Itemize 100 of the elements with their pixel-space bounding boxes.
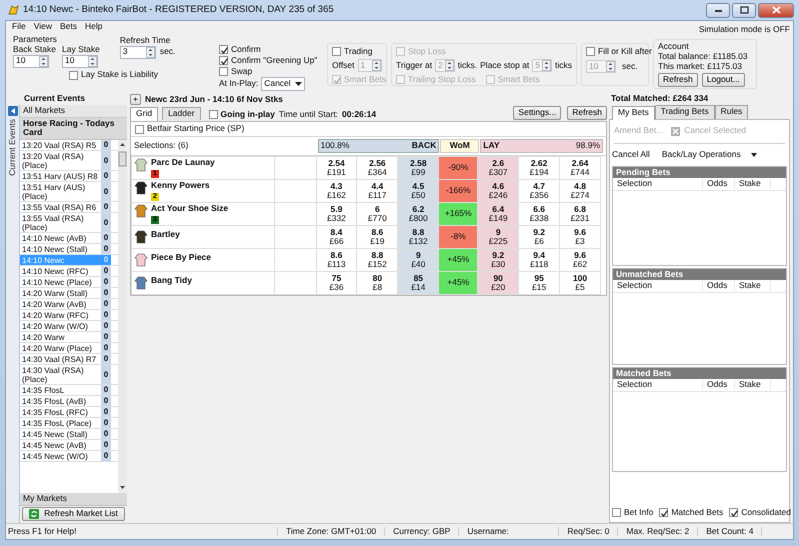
market-item[interactable]: 14:45 Newc (W/O): [20, 451, 101, 462]
menu-item[interactable]: Help: [82, 22, 108, 32]
price-cell[interactable]: 2.58 £99: [398, 156, 439, 180]
price-cell[interactable]: 4.8 £274: [560, 180, 600, 202]
checkbox-label: Smart Bets: [498, 74, 540, 84]
checkbox[interactable]: [208, 110, 218, 119]
toolbar-button[interactable]: Settings...: [513, 106, 562, 120]
price-cell[interactable]: 5.9 £332: [316, 202, 357, 226]
market-item[interactable]: 14:30 Vaal (RSA) (Place): [20, 365, 101, 384]
price-cell[interactable]: 2.6 £307: [478, 156, 519, 180]
price-cell[interactable]: 75 £36: [316, 272, 357, 294]
market-item[interactable]: 13:51 Harv (AUS) R8: [20, 171, 101, 182]
price-cell[interactable]: 9 £225: [478, 226, 519, 248]
price-cell[interactable]: 6.2 £800: [398, 202, 439, 226]
runner-name[interactable]: Parc De Launay: [151, 158, 215, 168]
checkbox[interactable]: [219, 67, 228, 76]
price-cell[interactable]: 6.6 £338: [518, 202, 560, 226]
price-cell[interactable]: 9.2 £30: [478, 248, 519, 272]
market-item[interactable]: 14:20 Warw (W/O): [20, 321, 101, 332]
tab[interactable]: My Bets: [612, 106, 655, 120]
runner-name[interactable]: Piece By Piece: [151, 253, 212, 263]
price-cell[interactable]: 2.54 £191: [316, 156, 357, 180]
all-markets-item[interactable]: All Markets: [20, 104, 127, 118]
market-item[interactable]: 14:20 Warw (AvB): [20, 299, 101, 310]
price-cell[interactable]: 2.62 £194: [518, 156, 560, 180]
checkbox[interactable]: [219, 45, 228, 54]
price-cell[interactable]: 9.2 £6: [518, 226, 560, 248]
number-field[interactable]: 3: [120, 46, 156, 59]
market-item[interactable]: 14:35 FfosL (AvB): [20, 396, 101, 406]
market-item[interactable]: 14:20 Warw: [20, 332, 101, 342]
market-item[interactable]: 14:20 Warw (Stall): [20, 288, 101, 298]
price-cell[interactable]: 9.4 £118: [518, 248, 560, 272]
market-item[interactable]: 13:20 Vaal (RSA) (Place): [20, 151, 101, 170]
dropdown-button[interactable]: Back/Lay Operations: [662, 150, 757, 160]
account-button[interactable]: Refresh: [658, 73, 698, 88]
price-cell[interactable]: 4.6 £246: [478, 180, 519, 202]
price-cell[interactable]: 4.7 £356: [518, 180, 560, 202]
tab[interactable]: Ladder: [162, 107, 201, 120]
market-item[interactable]: 14:45 Newc (Stall): [20, 429, 101, 440]
refresh-button[interactable]: Refresh Market List: [22, 507, 125, 521]
market-item[interactable]: 13:51 Harv (AUS) (Place): [20, 182, 101, 202]
minimize-button[interactable]: [706, 2, 730, 18]
expand-button[interactable]: +: [130, 94, 141, 105]
toolbar-button[interactable]: Refresh: [567, 106, 607, 120]
checkbox[interactable]: [135, 124, 144, 134]
price-cell[interactable]: 8.8 £132: [398, 226, 439, 248]
menu-item[interactable]: File: [9, 22, 31, 32]
number-field[interactable]: 10: [62, 54, 98, 68]
market-item[interactable]: 14:20 Warw (RFC): [20, 310, 101, 320]
market-item[interactable]: 13:20 Vaal (RSA) R5: [20, 140, 101, 150]
toolbar-button[interactable]: Cancel All: [612, 150, 650, 160]
account-button[interactable]: Logout...: [702, 73, 745, 88]
runner-name[interactable]: Bang Tidy: [151, 276, 192, 286]
amount-text: £744: [570, 168, 590, 177]
checkbox[interactable]: [612, 508, 621, 517]
price-cell[interactable]: 90 £20: [478, 272, 519, 294]
dropdown[interactable]: Cancel: [261, 77, 306, 91]
market-item[interactable]: 14:20 Warw (Place): [20, 343, 101, 354]
price-cell[interactable]: 6.4 £149: [478, 202, 519, 226]
price-cell[interactable]: 8.6 £113: [316, 248, 357, 272]
maximize-button[interactable]: [732, 2, 756, 18]
side-tab[interactable]: Current Events: [8, 118, 18, 176]
close-button[interactable]: [758, 2, 794, 18]
price-cell[interactable]: 95 £15: [518, 272, 560, 294]
market-item[interactable]: 14:10 Newc (Place): [20, 277, 101, 288]
price-cell[interactable]: 9.6 £3: [560, 226, 600, 248]
checkbox[interactable]: [219, 56, 228, 65]
market-item[interactable]: 13:55 Vaal (RSA) (Place): [20, 213, 101, 232]
price-cell[interactable]: 4.3 £162: [316, 180, 357, 202]
market-item[interactable]: 14:35 FfosL (Place): [20, 418, 101, 428]
price-cell[interactable]: 2.64 £744: [560, 156, 600, 180]
price-cell[interactable]: 4.5 £50: [398, 180, 439, 202]
price-cell[interactable]: 8.4 £66: [316, 226, 357, 248]
market-item[interactable]: 14:10 Newc (Stall): [20, 244, 101, 254]
price-cell[interactable]: 85 £14: [398, 272, 439, 294]
market-item[interactable]: 14:10 Newc (RFC): [20, 266, 101, 276]
menu-item[interactable]: Bets: [56, 22, 82, 32]
price-cell[interactable]: 9.6 £62: [560, 248, 600, 272]
tab[interactable]: Grid: [130, 107, 158, 121]
checkbox[interactable]: [69, 70, 78, 80]
unit-label: ticks: [554, 60, 572, 70]
runner-name[interactable]: Bartley: [151, 230, 180, 240]
market-item[interactable]: 14:10 Newc (AvB): [20, 233, 101, 244]
price-cell[interactable]: 6.8 £231: [560, 202, 600, 226]
tab[interactable]: Trading Bets: [654, 104, 715, 119]
runner-name[interactable]: Act Your Shoe Size: [151, 204, 228, 214]
tab[interactable]: Rules: [714, 104, 748, 119]
checkbox[interactable]: [729, 508, 738, 517]
menu-item[interactable]: View: [30, 22, 57, 32]
market-item[interactable]: 14:30 Vaal (RSA) R7: [20, 354, 101, 364]
price-cell[interactable]: 100 £5: [560, 272, 600, 294]
number-field[interactable]: 10: [13, 54, 49, 68]
market-item[interactable]: 13:55 Vaal (RSA) R6: [20, 202, 101, 212]
checkbox[interactable]: [659, 508, 668, 517]
runner-name[interactable]: Kenny Powers: [151, 181, 210, 191]
market-item[interactable]: 14:45 Newc (AvB): [20, 440, 101, 450]
odds-text: 80: [372, 274, 384, 283]
market-item[interactable]: 14:35 FfosL: [20, 385, 101, 396]
market-item[interactable]: 14:35 FfosL (RFC): [20, 407, 101, 418]
price-cell[interactable]: 9 £40: [398, 248, 439, 272]
